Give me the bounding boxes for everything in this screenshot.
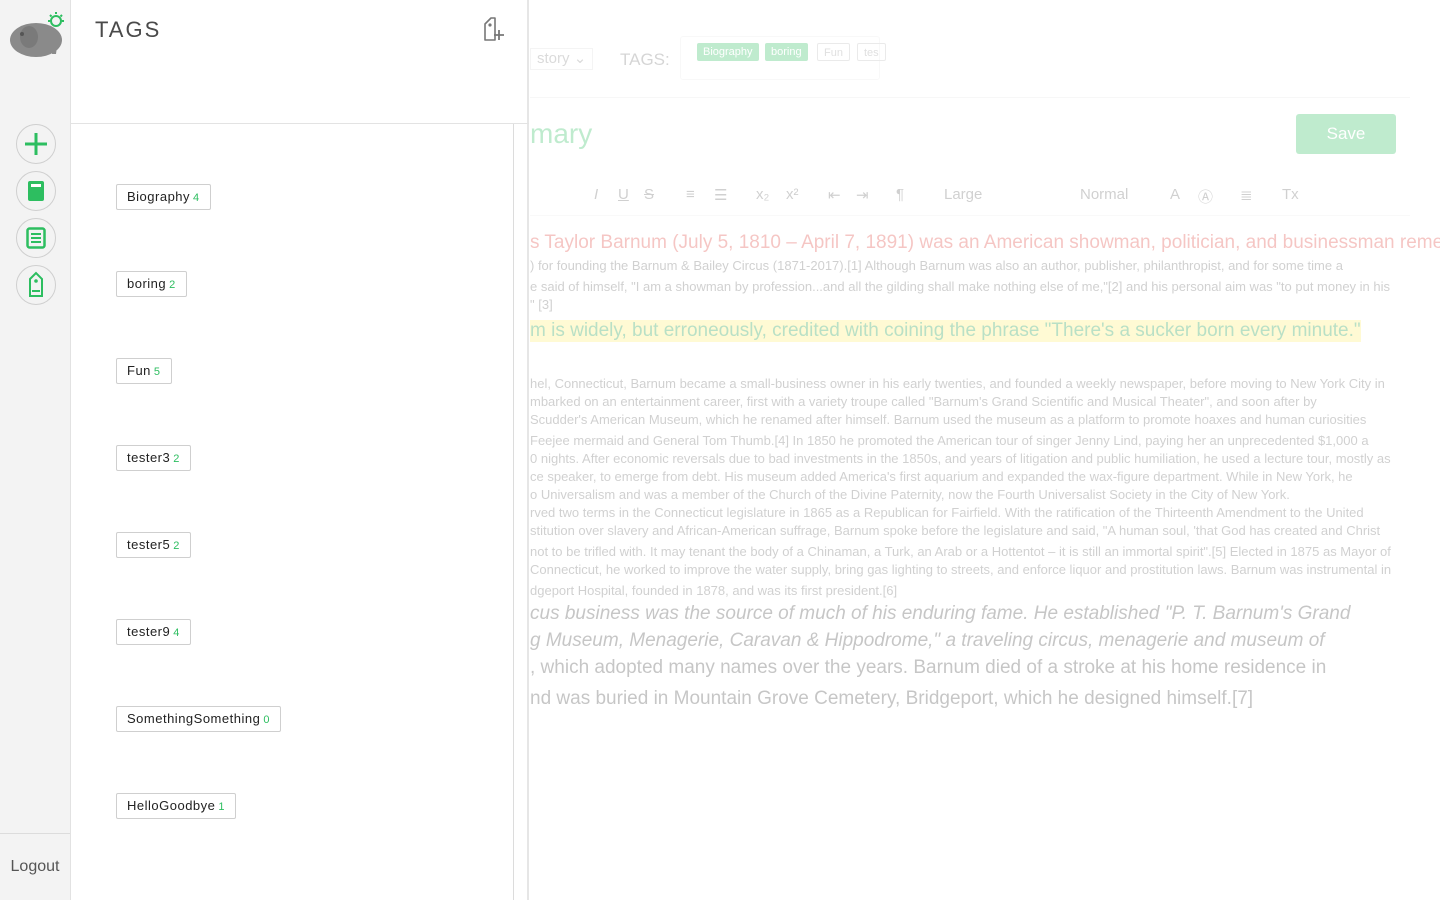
logout-button[interactable]: Logout <box>0 858 70 876</box>
body-line: Scudder's American Museum, which he rena… <box>530 412 1367 427</box>
icon-rail: Logout <box>0 0 71 900</box>
tag-label: tester3 <box>127 450 171 465</box>
tag-count: 2 <box>173 540 180 552</box>
note-title[interactable]: mary <box>530 118 592 150</box>
body-line: s Taylor Barnum (July 5, 1810 – April 7,… <box>530 232 1440 253</box>
tag-count: 4 <box>173 627 180 639</box>
tag-item[interactable]: tester3 2 <box>116 445 191 471</box>
clear-format-icon[interactable]: Tx <box>1282 186 1299 203</box>
body-line: 0 nights. After economic reversals due t… <box>530 451 1391 466</box>
tag-item[interactable]: HelloGoodbye 1 <box>116 793 237 819</box>
tag-item[interactable]: tester9 4 <box>116 619 191 645</box>
rail-divider <box>0 833 70 834</box>
tag-count: 4 <box>193 192 200 204</box>
body-line: stitution over slavery and African-Ameri… <box>530 523 1381 538</box>
tags-panel: TAGS Biography 4 boring 2 Fun 5 tester3 2 te… <box>71 0 529 900</box>
body-line: rved two terms in the Connecticut legisl… <box>530 505 1364 520</box>
body-line: " [3] <box>530 297 553 312</box>
note-icon <box>26 227 46 249</box>
body-line: o Universalism and was a member of the C… <box>530 487 1290 502</box>
highlighted-quote: m is widely, but erroneously, credited w… <box>530 320 1361 342</box>
body-line: Feejee mermaid and General Tom Thumb.[4]… <box>530 433 1369 448</box>
style-select[interactable]: Normal <box>1080 186 1128 203</box>
rtl-icon[interactable]: ¶ <box>896 186 904 203</box>
body-line: g Museum, Menagerie, Caravan & Hippodrom… <box>530 630 1325 651</box>
body-line: dgeport Hospital, founded in 1878, and w… <box>530 583 898 598</box>
add-tag-icon[interactable] <box>481 16 507 44</box>
tag-count: 2 <box>169 279 176 291</box>
tags-panel-title: TAGS <box>95 17 162 42</box>
body-line: Connecticut, he worked to improve the wa… <box>530 562 1392 577</box>
notebooks-button[interactable] <box>16 171 56 211</box>
tags-label: TAGS: <box>620 50 670 69</box>
plus-icon <box>25 133 47 155</box>
underline-icon[interactable]: U <box>618 186 629 203</box>
tag-icon <box>29 271 43 297</box>
size-select[interactable]: Large <box>944 186 982 203</box>
align-icon[interactable]: ≣ <box>1240 186 1253 204</box>
body-line: hel, Connecticut, Barnum became a small-… <box>530 376 1385 391</box>
body-line: nd was buried in Mountain Grove Cemetery… <box>530 688 1254 709</box>
tag-label: boring <box>127 276 167 291</box>
note-editor: story ⌄ TAGS: Biography boring Fun tes m… <box>530 0 1440 900</box>
body-line: ) for founding the Barnum & Bailey Circu… <box>530 258 1343 273</box>
tag-chip[interactable]: Biography <box>697 43 759 61</box>
tag-item[interactable]: SomethingSomething 0 <box>116 706 281 732</box>
chevron-down-icon: ⌄ <box>573 50 587 67</box>
tag-chip[interactable]: boring <box>765 43 808 61</box>
tag-chip[interactable]: Fun <box>817 43 850 61</box>
body-line: cus business was the source of much of h… <box>530 603 1351 624</box>
tag-count: 1 <box>218 801 226 813</box>
tag-label: tester5 <box>127 537 171 552</box>
tags-panel-header: TAGS <box>71 0 529 124</box>
superscript-icon[interactable]: x² <box>786 186 799 203</box>
bullet-list-icon[interactable]: ☰ <box>714 186 727 204</box>
notes-button[interactable] <box>16 218 56 258</box>
italic-icon[interactable]: I <box>594 186 598 203</box>
notebook-select-value: story <box>537 50 570 67</box>
body-line: , which adopted many names over the year… <box>530 657 1327 678</box>
panel-scrollbar[interactable] <box>513 124 514 900</box>
notebook-icon <box>28 181 44 201</box>
tag-item[interactable]: boring 2 <box>116 271 187 297</box>
notebook-select[interactable]: story ⌄ <box>530 48 594 70</box>
bg-color-icon[interactable]: Ⓐ <box>1198 186 1213 207</box>
format-toolbar: I U S ≡ ☰ x₂ x² ⇤ ⇥ ¶ Large Normal A Ⓐ ≣… <box>530 176 1410 216</box>
body-line: e said of himself, "I am a showman by pr… <box>530 279 1391 294</box>
body-line: ce speaker, to emerge from debt. His mus… <box>530 469 1353 484</box>
tag-label: Fun <box>127 363 151 378</box>
tag-count: 2 <box>173 453 180 465</box>
tag-count: 0 <box>263 714 270 726</box>
ordered-list-icon[interactable]: ≡ <box>686 186 695 203</box>
new-note-button[interactable] <box>16 124 56 164</box>
tag-label: HelloGoodbye <box>127 798 216 813</box>
evernote-logo-icon[interactable] <box>6 10 66 62</box>
save-button[interactable]: Save <box>1296 114 1396 154</box>
strike-icon[interactable]: S <box>644 186 654 203</box>
tags-button[interactable] <box>16 265 56 305</box>
indent-icon[interactable]: ⇥ <box>856 186 869 204</box>
text-color-icon[interactable]: A <box>1170 186 1180 203</box>
tag-label: tester9 <box>127 624 171 639</box>
editor-topbar: story ⌄ TAGS: Biography boring Fun tes <box>530 0 1410 98</box>
tag-item[interactable]: Fun 5 <box>116 358 172 384</box>
tag-chip-input[interactable]: Biography boring Fun tes <box>680 36 886 80</box>
tag-count: 5 <box>153 366 161 378</box>
tag-item[interactable]: Biography 4 <box>116 184 211 210</box>
outdent-icon[interactable]: ⇤ <box>828 186 841 204</box>
tag-item[interactable]: tester5 2 <box>116 532 191 558</box>
subscript-icon[interactable]: x₂ <box>756 186 769 203</box>
body-line: mbarked on an entertainment career, firs… <box>530 394 1317 409</box>
tag-chip[interactable]: tes <box>857 43 886 61</box>
tag-label: SomethingSomething <box>127 711 261 726</box>
tag-label: Biography <box>127 189 191 204</box>
body-line: not to be trifled with. It may tenant th… <box>530 544 1391 559</box>
